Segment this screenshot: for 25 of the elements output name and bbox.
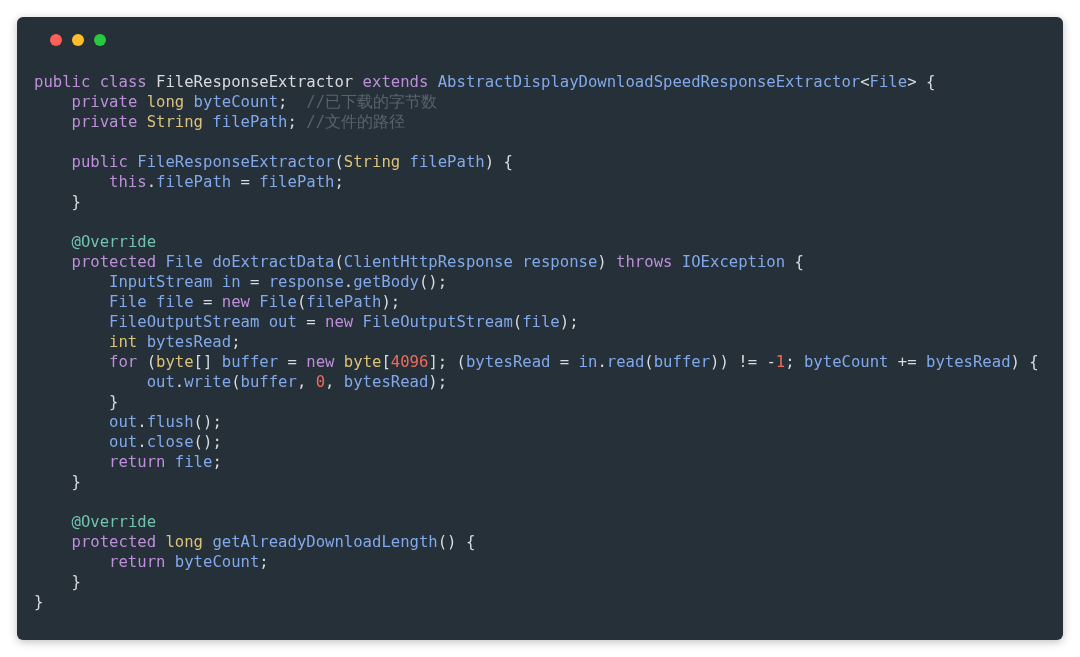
code-line: return byteCount;	[109, 552, 269, 572]
window-dot-icon	[50, 34, 62, 46]
code-line: out.close();	[109, 432, 222, 452]
code-line: protected File doExtractData(ClientHttpResponse response) throws IOException {	[71, 252, 804, 272]
code-line: InputStream in = response.getBody();	[109, 272, 448, 292]
code-line: }	[71, 472, 81, 492]
code-line: out.flush();	[109, 412, 222, 432]
code-line: }	[71, 192, 81, 212]
code-line: return file;	[109, 452, 222, 472]
window-dot-icon	[94, 34, 106, 46]
code-line: }	[34, 592, 44, 612]
code-line: out.write(buffer, 0, bytesRead);	[146, 372, 448, 392]
code-line: }	[109, 392, 119, 412]
code-line: for (byte[] buffer = new byte[4096]; (bytesRead = in.read(buffer)) != -1; byteCount += bytesRead) {	[109, 352, 1039, 372]
code-line: FileOutputStream out = new FileOutputStream(file);	[109, 312, 579, 332]
code-line: public class FileResponseExtractor extends AbstractDisplayDownloadSpeedResponseExtractor<File> {	[34, 72, 936, 92]
code-line: int bytesRead;	[109, 332, 241, 352]
code-line: @Override	[71, 232, 157, 252]
window-dot-icon	[72, 34, 84, 46]
code-line: this.filePath = filePath;	[109, 172, 344, 192]
code-line: public FileResponseExtractor(String filePath) {	[71, 152, 513, 172]
code-line: }	[71, 572, 81, 592]
code-line: @Override	[71, 512, 157, 532]
code-line: protected long getAlreadyDownloadLength() {	[71, 532, 476, 552]
code-line: File file = new File(filePath);	[109, 292, 401, 312]
